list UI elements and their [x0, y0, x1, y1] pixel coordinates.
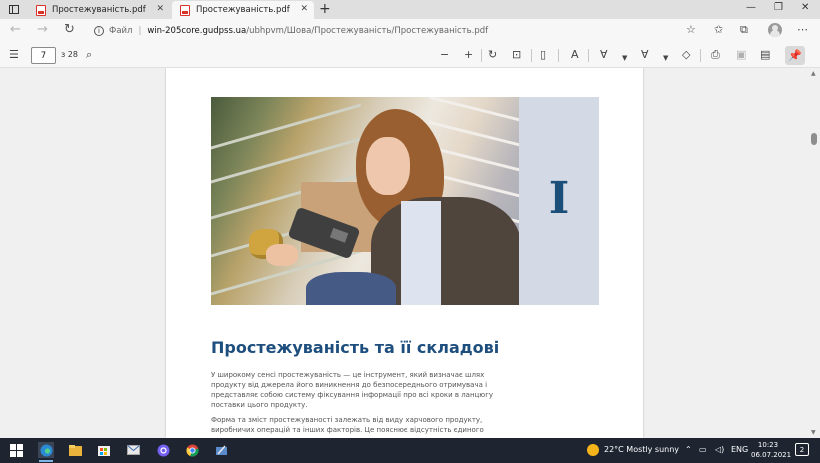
address-input[interactable]: i Файл | win-205core.gudpss.ua /ubhpvm/Ш… [86, 22, 702, 40]
chrome-icon[interactable] [184, 442, 200, 458]
chevron-down-icon[interactable]: ▼ [663, 51, 668, 65]
pdf-file-icon [36, 4, 46, 16]
close-window-button[interactable]: ✕ [801, 2, 809, 13]
clock[interactable]: 10:23 06.07.2021 [751, 440, 792, 460]
tab-strip: Простежуваність.pdf ✕ Простежуваність.pd… [0, 0, 820, 19]
address-bar-row: ← → ↻ i Файл | win-205core.gudpss.ua /ub… [0, 19, 820, 43]
pdf-toolbar: ☰ 7 з 28 ⌕ − + ↻ ⊡ ▯ A ∀ ▼ ∀ ▼ ◇ ⎙ ▣ ▤ 📌 [0, 43, 820, 68]
rotate-icon[interactable]: ↻ [488, 48, 497, 62]
forward-button[interactable]: → [37, 22, 48, 37]
pdf-page: I Простежуваність та її складові У широк… [166, 68, 643, 438]
section-heading: Простежуваність та її складові [211, 338, 500, 357]
site-label: Файл [109, 26, 133, 36]
language-indicator[interactable]: ENG [731, 445, 748, 454]
weather-text[interactable]: 22°C Mostly sunny [604, 445, 679, 454]
chapter-numeral: I [548, 173, 570, 224]
zoom-in-button[interactable]: + [464, 48, 473, 62]
page-view-icon[interactable]: ▯ [540, 48, 546, 62]
highlight-icon[interactable]: ∀ [641, 48, 649, 62]
taskbar: 22°C Mostly sunny ⌃ ▭ ◁) ENG 10:23 06.07… [0, 438, 820, 463]
scroll-thumb[interactable] [811, 133, 817, 145]
pdf-file-icon [180, 4, 190, 16]
page-number-input[interactable]: 7 [31, 47, 56, 64]
more-menu-icon[interactable]: ⋯ [797, 23, 808, 36]
url-host: win-205core.gudpss.ua [147, 26, 247, 36]
close-tab-icon[interactable]: ✕ [300, 4, 308, 14]
restore-button[interactable]: ❐ [774, 2, 783, 13]
zoom-out-button[interactable]: − [440, 48, 449, 62]
tray-overflow-icon[interactable]: ⌃ [685, 445, 692, 454]
vertical-scrollbar[interactable]: ▲ ▼ [808, 68, 820, 438]
add-favorite-icon[interactable]: ☆ [686, 23, 696, 36]
fit-page-icon[interactable]: ⊡ [512, 48, 521, 62]
back-button[interactable]: ← [10, 22, 21, 37]
minimize-button[interactable]: — [746, 2, 756, 13]
viber-icon[interactable] [155, 442, 171, 458]
contents-icon[interactable]: ☰ [9, 48, 19, 62]
paragraph-1: У широкому сенсі простежуваність — це ін… [211, 371, 494, 409]
start-button[interactable] [8, 442, 24, 458]
tab-1-title: Простежуваність.pdf [52, 5, 146, 15]
edge-taskbar-icon[interactable] [38, 442, 54, 462]
scroll-up-icon[interactable]: ▲ [811, 70, 816, 77]
read-aloud-icon[interactable]: A [571, 48, 579, 62]
print-icon[interactable]: ⎙ [711, 48, 720, 62]
woman-scanning-product-image [211, 97, 519, 305]
favorites-icon[interactable]: ✩ [714, 23, 723, 36]
pdf-viewer[interactable]: I Простежуваність та її складові У широк… [0, 68, 820, 438]
scroll-down-icon[interactable]: ▼ [811, 429, 816, 436]
file-explorer-icon[interactable] [67, 442, 83, 458]
volume-icon[interactable]: ◁) [715, 445, 724, 454]
save-icon[interactable]: ▣ [736, 48, 746, 62]
avatar[interactable] [768, 23, 782, 37]
page-total: з 28 [61, 50, 78, 59]
mail-icon[interactable] [125, 442, 141, 458]
clock-date: 06.07.2021 [751, 451, 792, 459]
paragraph-2: Форма та зміст простежуваності залежать … [211, 416, 484, 438]
pin-toolbar-icon[interactable]: 📌 [785, 46, 805, 65]
clock-time: 10:23 [757, 441, 779, 449]
windows-icon [9, 443, 23, 457]
app-pen-icon[interactable] [213, 442, 229, 458]
weather-icon[interactable] [585, 442, 601, 458]
collections-icon[interactable]: ⧉ [740, 23, 748, 37]
info-icon[interactable]: i [94, 26, 104, 36]
chevron-down-icon[interactable]: ▼ [622, 51, 627, 65]
chapter-panel: I [519, 97, 599, 305]
draw-icon[interactable]: ∀ [600, 48, 608, 62]
refresh-button[interactable]: ↻ [64, 22, 75, 37]
notification-center-icon[interactable]: 2 [795, 443, 809, 456]
search-icon[interactable]: ⌕ [86, 48, 92, 62]
erase-icon[interactable]: ◇ [682, 48, 690, 62]
tab-actions-icon[interactable] [6, 0, 22, 19]
tab-2-title: Простежуваність.pdf [196, 5, 290, 15]
close-tab-icon[interactable]: ✕ [156, 4, 164, 14]
tab-1[interactable]: Простежуваність.pdf ✕ [28, 1, 170, 19]
network-icon[interactable]: ▭ [699, 445, 707, 454]
url-path: /ubhpvm/Шова/Простежуваність/Простежуван… [246, 26, 489, 36]
save-as-icon[interactable]: ▤ [760, 48, 770, 62]
new-tab-button[interactable]: + [319, 1, 331, 17]
store-icon[interactable] [96, 442, 112, 458]
tab-2[interactable]: Простежуваність.pdf ✕ [172, 1, 314, 19]
